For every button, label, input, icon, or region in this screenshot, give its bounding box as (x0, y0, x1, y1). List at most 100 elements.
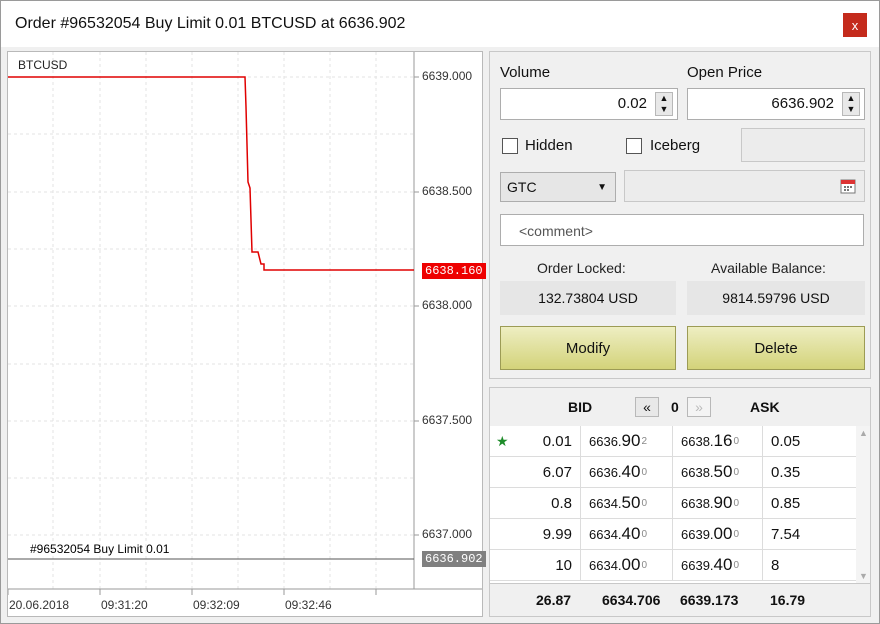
next-page-button[interactable]: » (687, 397, 711, 417)
ask-price-fraction: 0 (733, 466, 740, 478)
total-ask-price: 6639.173 (680, 592, 739, 608)
volume-label: Volume (500, 64, 551, 81)
bid-price: 6634. 50 0 (580, 488, 672, 518)
bid-volume: 9.99 (542, 525, 572, 543)
bid-price-fraction: 0 (641, 559, 648, 571)
chevron-down-icon: ▼ (597, 182, 607, 193)
ask-price-pips: 00 (713, 524, 733, 543)
dom-row[interactable]: 10 6634. 00 0 6639. 40 0 8 (490, 550, 856, 581)
ask-price: 6639. 00 0 (672, 519, 762, 549)
bid-price-pips: 50 (621, 493, 641, 512)
title-bar: Order #96532054 Buy Limit 0.01 BTCUSD at… (1, 1, 879, 47)
ask-price-pips: 50 (713, 462, 733, 481)
time-tick-label: 09:31:20 (101, 598, 148, 612)
available-balance-label: Available Balance: (711, 260, 826, 276)
chart-symbol-label: BTCUSD (18, 58, 68, 72)
dom-scrollbar[interactable]: ▲ ▼ (856, 426, 870, 583)
open-price-label: Open Price (687, 64, 763, 81)
comment-input[interactable] (517, 222, 851, 240)
ask-price: 6638. 90 0 (672, 488, 762, 518)
bid-price: 6634. 40 0 (580, 519, 672, 549)
bid-volume: 0.8 (551, 494, 572, 512)
ask-price-main: 6638. (681, 433, 714, 449)
ask-volume: 0.85 (762, 488, 856, 518)
bid-price: 6634. 00 0 (580, 550, 672, 580)
volume-spinner[interactable]: 0.02 ▲ ▼ (500, 88, 678, 120)
ask-volume: 8 (762, 550, 856, 580)
bid-price-fraction: 0 (641, 497, 648, 509)
dom-offset: 0 (671, 399, 679, 415)
ask-price-pips: 40 (713, 555, 733, 574)
dom-row[interactable]: 6.07 6636. 40 0 6638. 50 0 0.35 (490, 457, 856, 488)
ask-price-fraction: 0 (733, 435, 740, 447)
calendar-icon[interactable] (840, 178, 856, 194)
volume-value: 0.02 (617, 95, 647, 112)
open-price-value: 6636.902 (771, 95, 834, 112)
open-price-stepper-icon[interactable]: ▲ ▼ (842, 92, 860, 116)
ask-header: ASK (750, 399, 780, 415)
order-price-badge: 6636.902 (422, 551, 486, 567)
window-title: Order #96532054 Buy Limit 0.01 BTCUSD at… (15, 15, 406, 32)
hidden-label: Hidden (525, 137, 573, 154)
iceberg-checkbox[interactable] (626, 138, 642, 154)
ask-price-fraction: 0 (733, 559, 740, 571)
volume-stepper-icon[interactable]: ▲ ▼ (655, 92, 673, 116)
hidden-checkbox[interactable] (502, 138, 518, 154)
bid-price-main: 6636. (589, 433, 622, 449)
ask-price-main: 6639. (681, 557, 714, 573)
dom-row[interactable]: 0.8 6634. 50 0 6638. 90 0 0.85 (490, 488, 856, 519)
bid-price: 6636. 40 0 (580, 457, 672, 487)
time-axis-ticks (8, 589, 377, 595)
price-tick-label: 6637.500 (422, 413, 473, 427)
depth-of-market: BID « 0 » ASK ★ 0.01 6636. 90 2 6638. 16 0 0.05 6… (489, 387, 871, 617)
prev-page-button[interactable]: « (635, 397, 659, 417)
scroll-up-icon[interactable]: ▲ (859, 428, 868, 438)
ask-price: 6639. 40 0 (672, 550, 762, 580)
ask-volume: 0.35 (762, 457, 856, 487)
comment-field[interactable] (500, 214, 864, 246)
bid-volume: 0.01 (542, 432, 572, 450)
expiration-select[interactable]: GTC ▼ (500, 172, 616, 202)
dom-row[interactable]: 9.99 6634. 40 0 6639. 00 0 7.54 (490, 519, 856, 550)
total-bid-volume: 26.87 (536, 592, 572, 608)
ask-price-main: 6638. (681, 495, 714, 511)
ask-volume: 0.05 (762, 426, 856, 456)
time-tick-label: 20.06.2018 (9, 598, 70, 612)
bid-price-fraction: 0 (641, 528, 648, 540)
chart-grid (8, 52, 414, 589)
bid-price-main: 6634. (589, 495, 622, 511)
price-series-line (8, 76, 414, 271)
ask-price: 6638. 50 0 (672, 457, 762, 487)
bid-price-pips: 40 (621, 462, 641, 481)
close-button[interactable]: x (843, 13, 867, 37)
bid-price-main: 6634. (589, 557, 622, 573)
ask-price-pips: 16 (713, 431, 733, 450)
bid-price-fraction: 2 (641, 435, 648, 447)
price-tick-label: 6637.000 (422, 527, 473, 541)
time-tick-label: 09:32:09 (193, 598, 240, 612)
price-tick-label: 6638.000 (422, 298, 473, 312)
ask-price-main: 6639. (681, 526, 714, 542)
bid-price-pips: 90 (621, 431, 641, 450)
price-chart: BTCUSD 6639.000 6638.500 6638.000 6637.5… (7, 51, 486, 617)
price-tick-label: 6639.000 (422, 69, 473, 83)
dom-header: BID « 0 » ASK (490, 388, 870, 426)
total-bid-price: 6634.706 (602, 592, 661, 608)
bid-price-pips: 40 (621, 524, 641, 543)
iceberg-label: Iceberg (650, 137, 701, 154)
modify-button[interactable]: Modify (500, 326, 676, 370)
open-price-spinner[interactable]: 6636.902 ▲ ▼ (687, 88, 865, 120)
bid-price-main: 6636. (589, 464, 622, 480)
ask-volume: 7.54 (762, 519, 856, 549)
scroll-down-icon[interactable]: ▼ (859, 571, 868, 581)
dom-totals: 26.87 6634.706 6639.173 16.79 (490, 583, 870, 616)
bid-header: BID (568, 399, 593, 415)
total-ask-volume: 16.79 (770, 592, 806, 608)
ask-price-main: 6638. (681, 464, 714, 480)
expiration-value: GTC (507, 179, 537, 195)
time-tick-label: 09:32:46 (285, 598, 332, 612)
bid-price-pips: 00 (621, 555, 641, 574)
dom-row[interactable]: ★ 0.01 6636. 90 2 6638. 16 0 0.05 (490, 426, 856, 457)
bid-price-main: 6634. (589, 526, 622, 542)
delete-button[interactable]: Delete (687, 326, 865, 370)
